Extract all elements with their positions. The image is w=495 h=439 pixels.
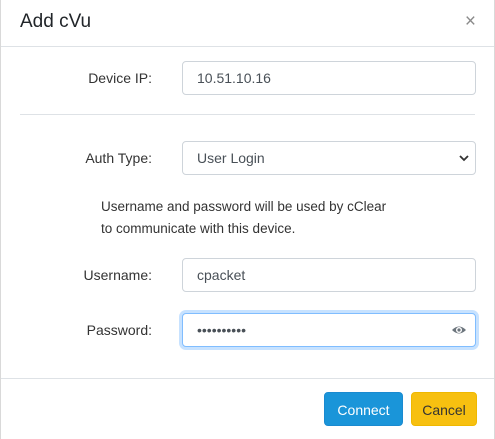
auth-type-label: Auth Type: <box>85 150 152 166</box>
modal-footer: Connect Cancel <box>1 378 494 439</box>
password-input[interactable]: •••••••••• <box>182 313 476 347</box>
username-input[interactable]: cpacket <box>182 258 476 292</box>
modal-title: Add cVu <box>20 11 92 32</box>
help-line-2: to communicate with this device. <box>101 221 296 236</box>
password-value: •••••••••• <box>197 322 247 338</box>
eye-icon[interactable] <box>451 323 467 337</box>
device-ip-input[interactable]: 10.51.10.16 <box>182 61 476 95</box>
device-ip-label: Device IP: <box>88 70 152 86</box>
add-cvu-modal: Add cVu × Device IP: 10.51.10.16 Auth Ty… <box>0 0 495 439</box>
connect-button[interactable]: Connect <box>324 392 403 426</box>
auth-type-value: User Login <box>197 150 265 166</box>
username-label: Username: <box>83 267 152 283</box>
divider <box>20 114 475 115</box>
help-line-1: Username and password will be used by cC… <box>101 199 387 214</box>
cancel-button[interactable]: Cancel <box>411 392 477 426</box>
modal-header: Add cVu × <box>1 0 494 47</box>
auth-type-select[interactable]: User Login <box>182 141 476 175</box>
auth-help-text: Username and password will be used by cC… <box>101 196 386 240</box>
close-icon[interactable]: × <box>465 12 476 31</box>
chevron-down-icon <box>459 155 469 162</box>
password-label: Password: <box>86 322 152 338</box>
